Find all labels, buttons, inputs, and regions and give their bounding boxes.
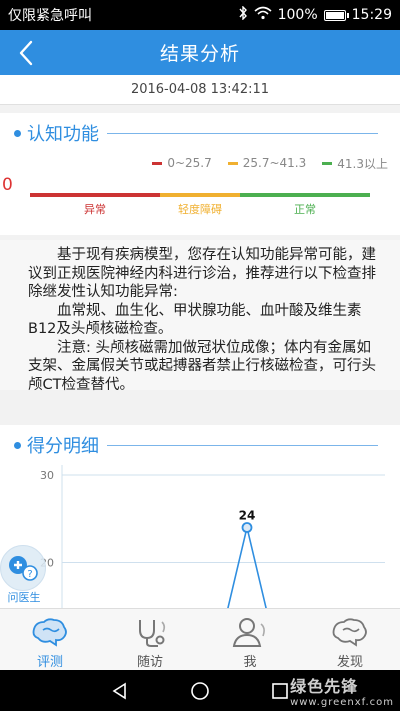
tab-evaluate[interactable]: 评测 [0,609,100,670]
bottom-tab-bar: 评测 随访 我 发现 [0,608,400,670]
score-point-label: 24 [239,509,256,523]
score-chart: 30 20 24 [0,465,400,608]
tab-evaluate-label: 评测 [36,655,63,670]
tab-me[interactable]: 我 [200,609,300,670]
cognitive-legend: 0~25.7 25.7~41.3 41.3以上 [0,153,400,173]
status-bar: 仅限紧急呼叫 100% 15:29 [0,0,400,30]
back-button[interactable] [14,38,38,68]
watermark-url: www.greenxf.com [290,697,394,708]
svg-text:?: ? [27,569,32,580]
advice-paragraph-1: 基于现有疾病模型，您存在认知功能异常可能，建议到正规医院神经内科进行诊治，推荐进… [28,247,376,300]
scale-label-normal: 正常 [294,203,316,216]
ask-doctor-label: 问医生 [7,591,41,604]
score-detail-title: 得分明细 [27,436,99,457]
scale-label-abnormal: 异常 [84,203,106,216]
cognitive-scale: 0 异常 轻度障碍 正常 [0,173,400,231]
cognitive-title: 认知功能 [27,124,99,145]
nav-recents-button[interactable] [268,679,292,703]
battery-icon [323,9,349,21]
advice-text: 基于现有疾病模型，您存在认知功能异常可能，建议到正规医院神经内科进行诊治，推荐进… [0,240,400,393]
score-detail-header: 得分明细 [0,425,400,465]
score-series-line [227,527,267,608]
bluetooth-icon [238,5,248,24]
scale-bar-abnormal [30,193,160,197]
watermark: 绿色先锋 www.greenxf.com [290,673,394,708]
cognitive-section: 认知功能 0~25.7 25.7~41.3 41.3以上 0 异常 轻度障碍 正… [0,113,400,235]
cognitive-header: 认知功能 [0,113,400,153]
advice-paragraph-2: 血常规、血生化、甲状腺功能、血叶酸及维生素B12及头颅核磁检查。 [28,302,362,338]
score-detail-header-wrap: 得分明细 [0,425,400,465]
discover-icon [330,615,370,649]
section-divider [107,132,378,134]
tab-discover-label: 发现 [336,655,363,670]
doctor-icon: ? [9,556,38,581]
triangle-back-icon [112,682,126,699]
person-icon [230,615,270,649]
tab-followup[interactable]: 随访 [100,609,200,670]
section-divider [107,444,378,446]
battery-percent: 100% [277,7,318,23]
chevron-left-icon [19,40,33,66]
advice-paragraph-3: 注意: 头颅核磁需加做冠状位成像；体内有金属如支架、金属假关节或起搏器者禁止行核… [28,339,376,393]
score-point[interactable] [241,522,253,533]
nav-home-button[interactable] [188,679,212,703]
carrier-text: 仅限紧急呼叫 [8,8,92,24]
clock: 15:29 [351,7,392,23]
scale-bar-normal [240,193,370,197]
scale-label-mild: 轻度障碍 [178,203,222,216]
section-dot [14,441,21,449]
result-datetime: 2016-04-08 13:42:11 [0,75,400,105]
nav-back-button[interactable] [108,679,132,703]
ask-doctor-button[interactable]: ? 问医生 [0,545,48,605]
y-tick-30: 30 [40,469,54,482]
section-dot [14,129,21,137]
circle-home-icon [191,681,209,700]
tab-me-label: 我 [243,655,257,670]
score-chart-svg: 30 20 24 [40,465,385,608]
legend-mild: 25.7~41.3 [227,156,306,170]
page-title: 结果分析 [159,43,240,65]
stethoscope-icon [130,615,170,649]
legend-normal: 41.3以上 [322,155,388,172]
brain-icon [30,615,70,649]
wifi-icon [254,6,272,24]
tab-followup-label: 随访 [136,655,163,670]
watermark-brand: 绿色先锋 [290,677,359,696]
square-recents-icon [272,682,288,699]
scale-bar-mild [160,193,240,197]
title-bar: 结果分析 [0,30,400,75]
legend-abnormal: 0~25.7 [152,156,212,170]
cognitive-score: 0 [2,175,13,195]
doctor-circle: ? [0,545,46,591]
tab-discover[interactable]: 发现 [300,609,400,670]
